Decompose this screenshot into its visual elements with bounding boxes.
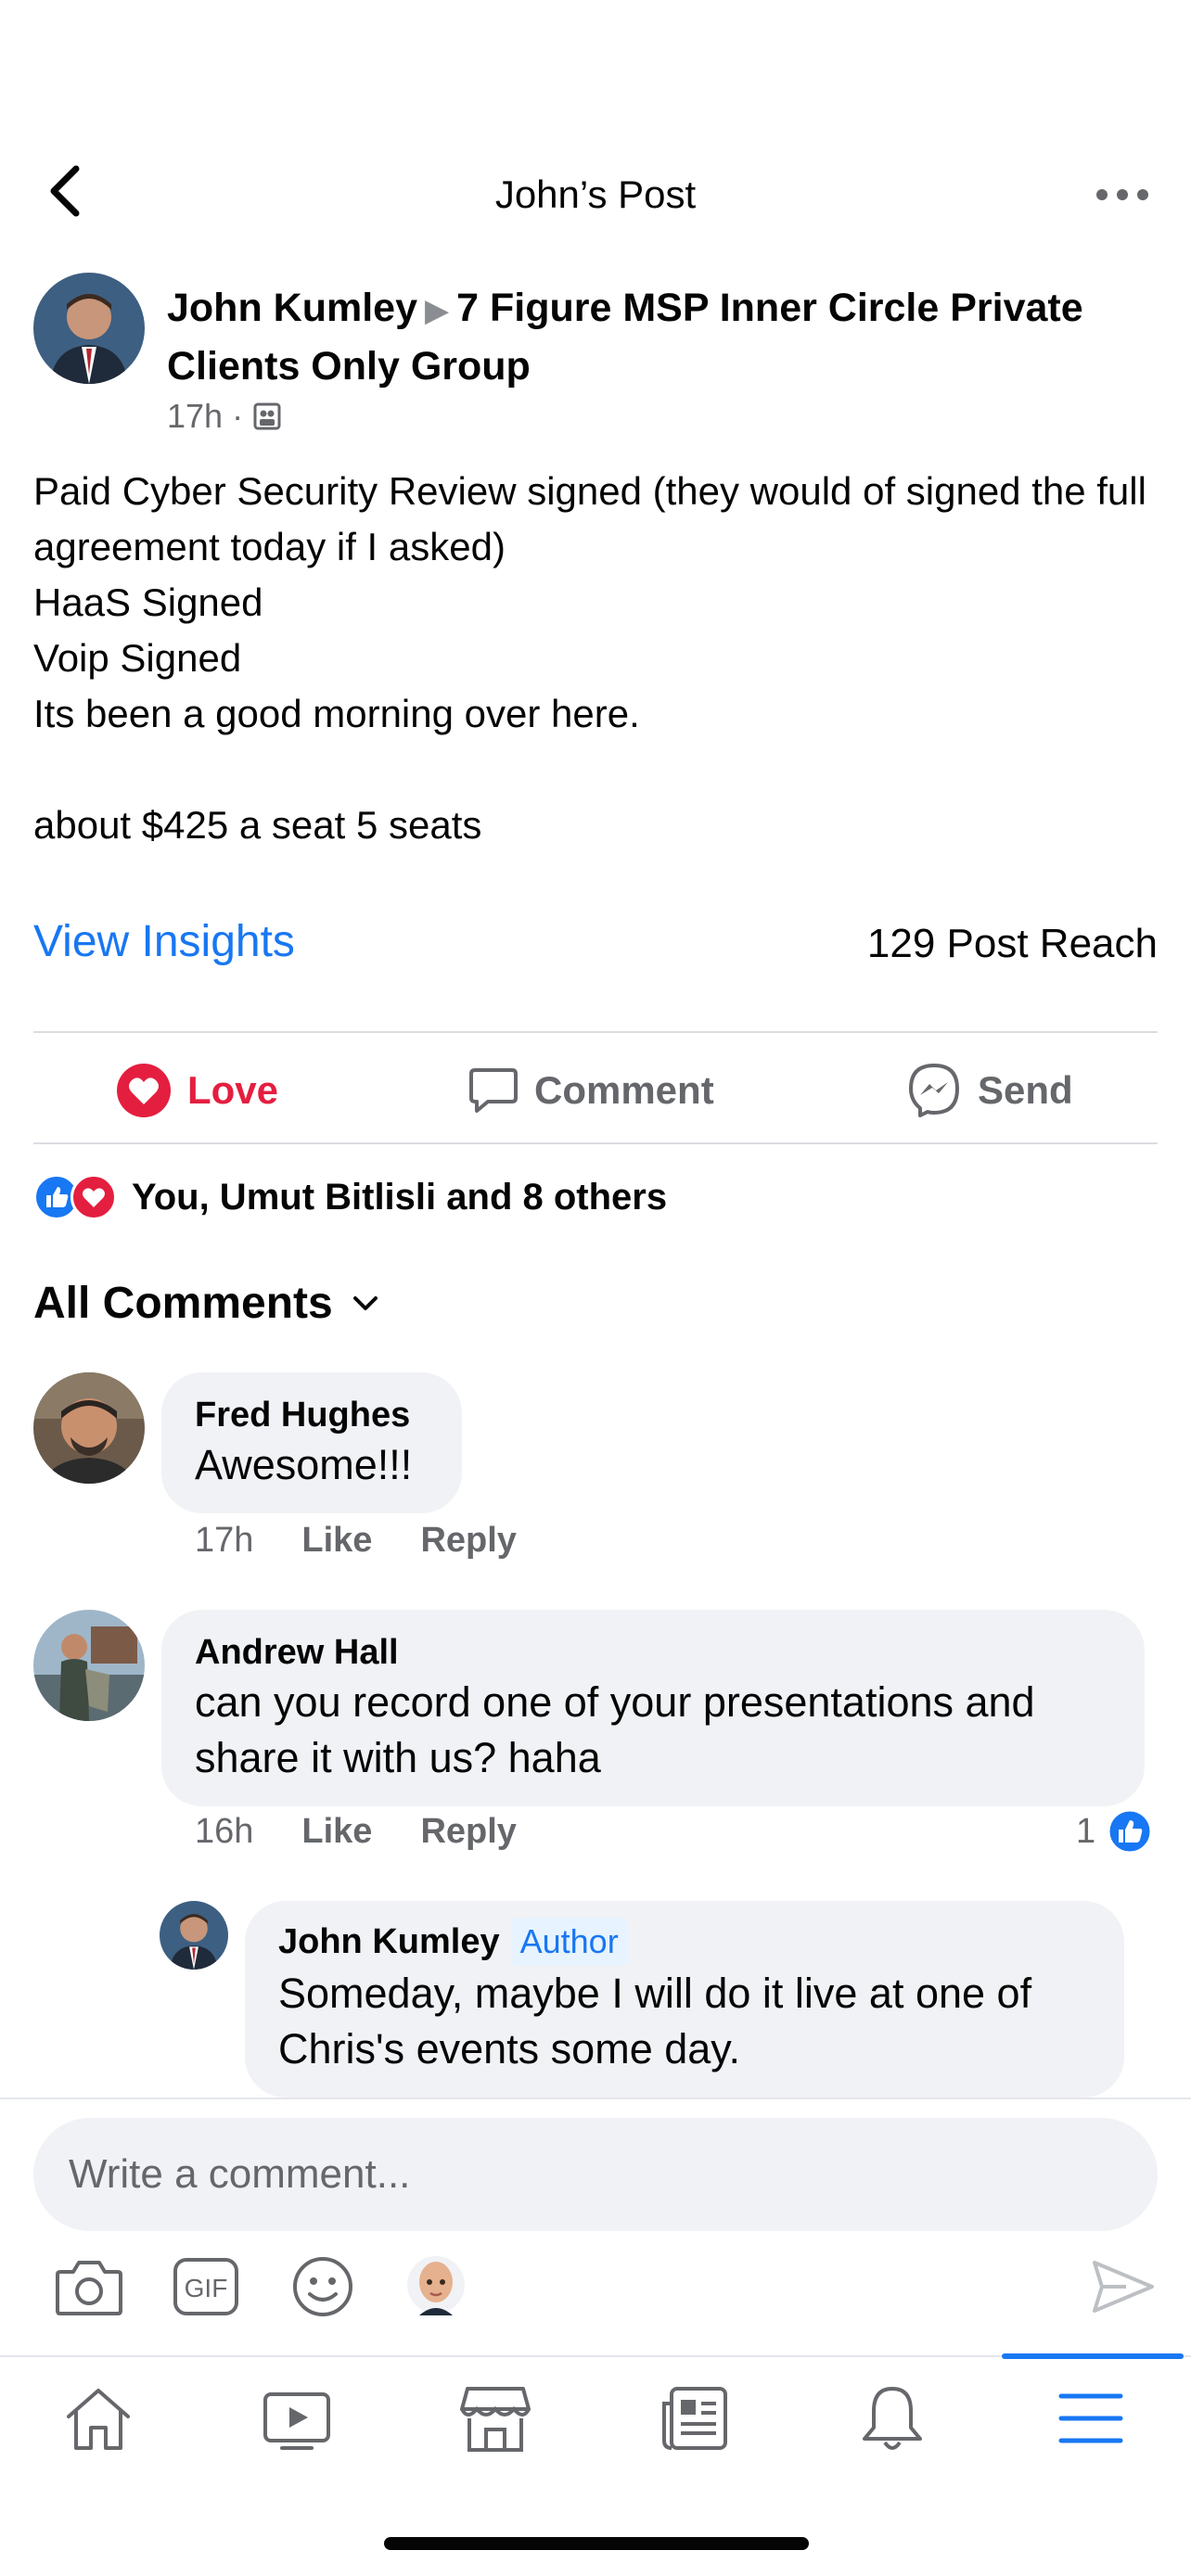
tab-marketplace[interactable] bbox=[430, 2374, 560, 2463]
separator-dot: · bbox=[232, 397, 244, 435]
emoji-button[interactable] bbox=[286, 2250, 360, 2324]
comment-text: can you record one of your presentations… bbox=[195, 1678, 1035, 1781]
emoji-icon bbox=[293, 2257, 352, 2316]
avatar-sticker-button[interactable] bbox=[399, 2250, 473, 2324]
comment-reaction-count[interactable]: 1 bbox=[1076, 1808, 1153, 1855]
love-reaction-icon bbox=[70, 1174, 117, 1220]
divider bbox=[33, 1142, 1158, 1144]
gif-button[interactable]: GIF bbox=[169, 2250, 243, 2324]
messenger-icon bbox=[909, 1064, 959, 1117]
more-options-button[interactable] bbox=[1085, 167, 1159, 223]
post-time: 17h bbox=[167, 397, 224, 435]
post-reach: 129 Post Reach bbox=[866, 921, 1158, 966]
comment-input[interactable]: Write a comment... bbox=[33, 2118, 1158, 2231]
comment-like-button[interactable]: Like bbox=[301, 1812, 372, 1852]
marketplace-icon bbox=[460, 2387, 531, 2452]
camera-button[interactable] bbox=[52, 2250, 126, 2324]
comment-icon bbox=[469, 1068, 518, 1113]
view-insights-link[interactable]: View Insights bbox=[33, 912, 295, 972]
send-button[interactable]: Send bbox=[905, 1055, 1073, 1126]
tab-news[interactable] bbox=[629, 2374, 759, 2463]
love-button[interactable]: Love bbox=[115, 1055, 278, 1126]
comment-bubble[interactable]: John Kumley Author Someday, maybe I will … bbox=[245, 1901, 1124, 2098]
commenter-avatar[interactable] bbox=[160, 1901, 228, 1970]
divider bbox=[33, 1031, 1158, 1033]
comment-meta: 17h Like Reply bbox=[195, 1521, 517, 1561]
bell-icon bbox=[863, 2387, 922, 2450]
comment-button[interactable]: Comment bbox=[467, 1055, 714, 1126]
comment-time: 16h bbox=[195, 1812, 254, 1851]
tab-home[interactable] bbox=[33, 2374, 163, 2463]
home-indicator bbox=[384, 2537, 809, 2550]
author-avatar[interactable] bbox=[33, 273, 145, 384]
reactions-summary[interactable]: You, Umut Bitlisli and 8 others bbox=[33, 1174, 667, 1220]
comment-bubble[interactable]: Andrew Hall can you record one of your p… bbox=[161, 1610, 1145, 1806]
gif-icon: GIF bbox=[173, 2258, 238, 2315]
comment-reply-button[interactable]: Reply bbox=[420, 1812, 516, 1852]
comment-label: Comment bbox=[534, 1068, 714, 1112]
author-badge: Author bbox=[510, 1918, 628, 1966]
page-title: John’s Post bbox=[494, 172, 697, 216]
commenter-avatar[interactable] bbox=[33, 1610, 145, 1721]
like-count: 1 bbox=[1076, 1811, 1096, 1851]
news-icon bbox=[662, 2387, 727, 2450]
divider bbox=[0, 2098, 1191, 2099]
commenter-name[interactable]: John Kumley bbox=[278, 1922, 500, 1961]
comment-like-button[interactable]: Like bbox=[301, 1521, 372, 1561]
active-tab-indicator bbox=[1002, 2353, 1184, 2359]
commenter-name[interactable]: Fred Hughes bbox=[195, 1393, 429, 1437]
post-body: Paid Cyber Security Review signed (they … bbox=[33, 469, 1146, 847]
comment-bubble[interactable]: Fred Hughes Awesome!!! bbox=[161, 1372, 462, 1513]
tab-notifications[interactable] bbox=[827, 2374, 957, 2463]
comment-meta: 16h Like Reply bbox=[195, 1812, 517, 1852]
home-icon bbox=[67, 2389, 130, 2450]
post-meta: 17h · bbox=[167, 397, 282, 436]
love-icon bbox=[117, 1064, 171, 1117]
comments-filter-label: All Comments bbox=[33, 1279, 333, 1328]
avatar-sticker-icon bbox=[407, 2256, 465, 2315]
video-icon bbox=[263, 2392, 330, 2450]
post-header: John Kumley ▶ 7 Figure MSP Inner Circle Pr… bbox=[167, 280, 1159, 394]
comment-time: 17h bbox=[195, 1521, 254, 1560]
love-label: Love bbox=[187, 1068, 279, 1112]
comment-text: Someday, maybe I will do it live at one … bbox=[278, 1970, 1032, 2072]
send-label: Send bbox=[978, 1068, 1073, 1112]
like-reaction-icon bbox=[1107, 1808, 1153, 1855]
send-comment-button[interactable] bbox=[1085, 2250, 1159, 2324]
reactions-text: You, Umut Bitlisli and 8 others bbox=[132, 1176, 668, 1218]
tab-menu[interactable] bbox=[1026, 2374, 1156, 2463]
commenter-name-row: John Kumley Author bbox=[278, 1918, 1091, 1966]
author-name[interactable]: John Kumley bbox=[167, 286, 417, 330]
reaction-icons bbox=[33, 1174, 117, 1220]
comment-reply-button[interactable]: Reply bbox=[420, 1521, 516, 1561]
menu-icon bbox=[1058, 2393, 1123, 2443]
camera-icon bbox=[56, 2261, 122, 2315]
arrow-right-icon: ▶ bbox=[425, 293, 450, 328]
more-icon bbox=[1096, 189, 1148, 200]
comment-text: Awesome!!! bbox=[195, 1441, 413, 1488]
commenter-name[interactable]: Andrew Hall bbox=[195, 1630, 1111, 1675]
commenter-avatar[interactable] bbox=[33, 1372, 145, 1484]
svg-text:GIF: GIF bbox=[185, 2274, 228, 2302]
tab-video[interactable] bbox=[232, 2374, 362, 2463]
group-privacy-icon bbox=[253, 402, 281, 430]
comments-filter[interactable]: All Comments bbox=[33, 1278, 379, 1329]
chevron-down-icon bbox=[352, 1295, 378, 1310]
send-icon bbox=[1093, 2261, 1154, 2313]
